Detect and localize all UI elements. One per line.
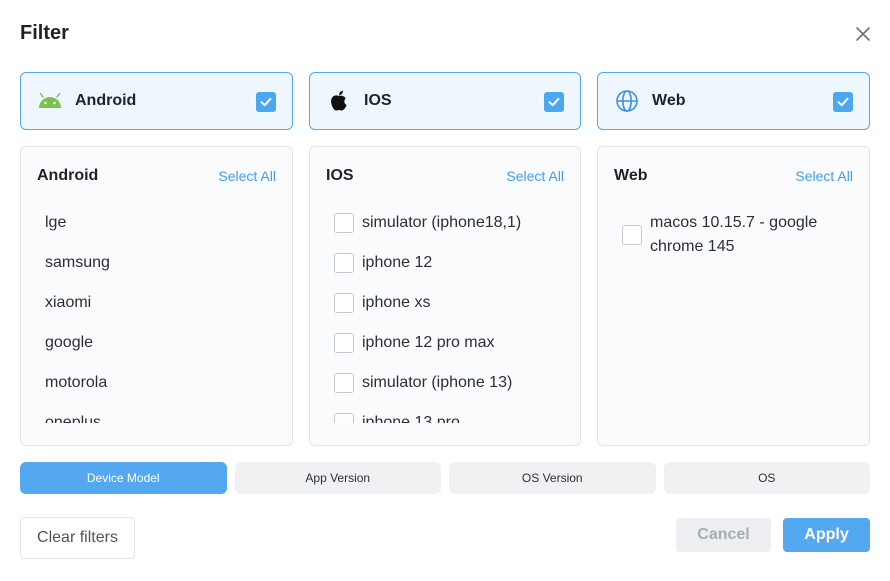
list-item[interactable]: simulator (iphone 13) (334, 371, 580, 411)
platform-label-web: Web (652, 92, 686, 109)
item-checkbox[interactable] (334, 413, 354, 423)
panel-title-ios: IOS (326, 167, 354, 184)
panel-title-web: Web (614, 167, 648, 184)
web-panel: Web Select All macos 10.15.7 - google ch… (597, 146, 870, 446)
cancel-button[interactable]: Cancel (676, 518, 771, 552)
ios-panel: IOS Select All simulator (iphone18,1) ip… (309, 146, 581, 446)
tab-os[interactable]: OS (663, 462, 870, 494)
select-all-android-link[interactable]: Select All (218, 168, 276, 184)
panel-title-android: Android (37, 167, 99, 184)
list-item[interactable]: iphone 13 pro (334, 411, 580, 423)
select-all-ios-link[interactable]: Select All (506, 168, 564, 184)
list-item[interactable]: motorola (45, 371, 292, 411)
ios-checkbox[interactable] (544, 92, 564, 112)
item-checkbox[interactable] (334, 293, 354, 313)
platform-card-web[interactable]: Web (597, 72, 870, 130)
list-item[interactable]: lge (45, 211, 292, 251)
ios-list[interactable]: simulator (iphone18,1) iphone 12 iphone … (310, 211, 580, 423)
apply-button[interactable]: Apply (783, 518, 870, 552)
android-icon (37, 88, 63, 114)
list-item[interactable]: oneplus (45, 411, 292, 423)
android-panel: Android Select All lge samsung xiaomi go… (20, 146, 293, 446)
list-item[interactable]: iphone 12 pro max (334, 331, 580, 371)
android-checkbox[interactable] (256, 92, 276, 112)
item-checkbox[interactable] (622, 225, 642, 245)
item-checkbox[interactable] (334, 373, 354, 393)
platform-label-android: Android (75, 92, 137, 109)
list-item[interactable]: simulator (iphone18,1) (334, 211, 580, 251)
item-checkbox[interactable] (334, 333, 354, 353)
tab-app-version[interactable]: App Version (234, 462, 441, 494)
item-checkbox[interactable] (334, 253, 354, 273)
close-icon[interactable] (852, 23, 874, 45)
apple-icon (326, 88, 352, 114)
list-item[interactable]: xiaomi (45, 291, 292, 331)
list-item[interactable]: iphone xs (334, 291, 580, 331)
list-item[interactable]: samsung (45, 251, 292, 291)
filter-tabs: Device Model App Version OS Version OS (20, 462, 870, 494)
web-checkbox[interactable] (833, 92, 853, 112)
tab-device-model[interactable]: Device Model (20, 462, 227, 494)
list-item[interactable]: macos 10.15.7 - google chrome 145 (622, 211, 849, 259)
select-all-web-link[interactable]: Select All (795, 168, 853, 184)
dialog-title: Filter (20, 22, 69, 44)
web-list[interactable]: macos 10.15.7 - google chrome 145 (598, 211, 869, 423)
clear-filters-button[interactable]: Clear filters (20, 517, 135, 559)
android-list[interactable]: lge samsung xiaomi google motorola onepl… (21, 211, 292, 423)
platform-label-ios: IOS (364, 92, 392, 109)
tab-os-version[interactable]: OS Version (449, 462, 656, 494)
platform-card-ios[interactable]: IOS (309, 72, 581, 130)
globe-icon (614, 88, 640, 114)
list-item[interactable]: google (45, 331, 292, 371)
platform-card-android[interactable]: Android (20, 72, 293, 130)
list-item[interactable]: iphone 12 (334, 251, 580, 291)
item-checkbox[interactable] (334, 213, 354, 233)
